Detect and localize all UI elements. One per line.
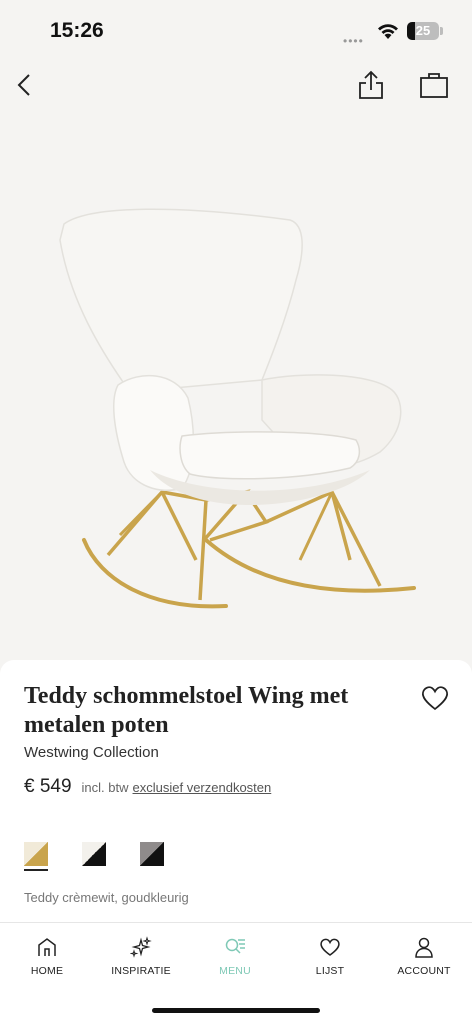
price: € 549	[24, 776, 72, 797]
swatch-cream-black[interactable]	[82, 842, 106, 866]
tab-label: HOME	[30, 965, 64, 977]
wifi-icon	[378, 24, 398, 39]
tab-home[interactable]: HOME	[0, 936, 94, 977]
heart-icon	[320, 938, 340, 956]
vat-note: incl. btw	[81, 780, 129, 795]
share-icon	[359, 70, 383, 99]
user-icon	[415, 937, 433, 958]
search-menu-icon	[225, 938, 245, 954]
battery-icon: 25	[407, 22, 439, 40]
share-button[interactable]	[355, 68, 387, 102]
status-bar: 15:26 •••• 25	[0, 0, 472, 60]
tab-menu[interactable]: MENU	[188, 936, 282, 977]
shopping-bag-button[interactable]	[418, 70, 450, 100]
tab-label: LIJST	[315, 965, 345, 977]
tab-label: ACCOUNT	[397, 965, 451, 977]
chair-illustration	[59, 208, 416, 609]
product-title: Teddy schommelstoel Wing met metalen pot…	[24, 683, 349, 738]
battery-level: 25	[415, 23, 431, 38]
battery-cap	[440, 27, 443, 35]
swatch-grey-black[interactable]	[140, 842, 164, 866]
tab-label: INSPIRATIE	[111, 965, 171, 977]
selected-swatch-indicator	[24, 869, 48, 871]
back-button[interactable]	[10, 70, 40, 100]
tab-label: MENU	[219, 965, 251, 977]
heart-icon	[422, 686, 448, 711]
shipping-link[interactable]: exclusief verzendkosten	[133, 780, 272, 795]
signal-dots-icon: ••••	[343, 34, 364, 48]
divider	[0, 922, 472, 923]
price-row: € 549 incl. btw exclusief verzendkosten	[24, 776, 271, 798]
sparkles-icon	[130, 936, 152, 958]
tab-account[interactable]: ACCOUNT	[377, 936, 471, 977]
swatch-cream-gold[interactable]	[24, 842, 48, 866]
tab-lijst[interactable]: LIJST	[283, 936, 377, 977]
product-image[interactable]	[0, 110, 472, 670]
chevron-left-icon	[17, 74, 30, 96]
status-time: 15:26	[50, 19, 104, 42]
home-indicator	[152, 1008, 320, 1013]
shopping-bag-icon	[420, 73, 448, 98]
brand-name: Westwing Collection	[24, 744, 159, 761]
home-icon	[38, 938, 56, 956]
wishlist-button[interactable]	[420, 684, 450, 712]
tab-inspiratie[interactable]: INSPIRATIE	[94, 936, 188, 977]
selected-variant-label: Teddy crèmewit, goudkleurig	[24, 890, 189, 905]
